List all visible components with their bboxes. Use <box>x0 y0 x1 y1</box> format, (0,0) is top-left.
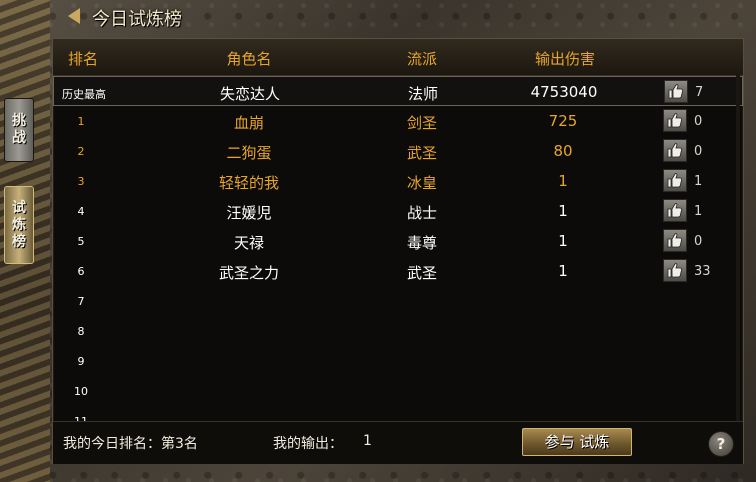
header-rank: 排名 <box>67 50 99 68</box>
my-output-label: 我的输出： <box>273 436 343 452</box>
header-name: 角色名 <box>226 50 272 68</box>
name-cell: 汪媛児 <box>226 204 272 222</box>
table-header: 排名 角色名 流派 输出伤害 <box>53 39 743 76</box>
damage-cell: 4753040 <box>530 83 598 101</box>
table-row: 3 轻轻的我 冰皇 1 1 <box>53 166 743 196</box>
name-cell: 轻轻的我 <box>218 174 280 192</box>
rank-cell: 3 <box>77 175 85 188</box>
ranking-panel: 排名 角色名 流派 输出伤害 历史最高 失恋达人 法师 4753040 7 1 血崩 剑圣 72… <box>52 38 744 464</box>
class-cell: 冰皇 <box>406 174 438 192</box>
like-count: 0 <box>694 234 703 249</box>
class-cell: 武圣 <box>406 144 438 162</box>
like-count: 33 <box>694 264 711 279</box>
class-cell: 法师 <box>407 85 439 103</box>
header-damage: 输出伤害 <box>534 50 596 68</box>
table-row: 1 血崩 剑圣 725 0 <box>53 106 743 136</box>
like-button[interactable] <box>664 80 688 103</box>
rank-cell: 历史最高 <box>62 88 106 101</box>
title-bar: 今日试炼榜 <box>60 0 756 34</box>
table-row: 10 <box>53 376 743 406</box>
class-cell: 战士 <box>406 204 438 222</box>
join-trial-button[interactable]: 参与 试炼 <box>522 428 632 456</box>
damage-cell: 80 <box>553 142 573 160</box>
like-button[interactable] <box>663 109 687 132</box>
rank-cell: 4 <box>77 205 85 218</box>
like-count: 0 <box>694 144 703 159</box>
name-cell: 失恋达人 <box>219 85 281 103</box>
table-row: 4 汪媛児 战士 1 1 <box>53 196 743 226</box>
name-cell: 天禄 <box>233 234 265 252</box>
like-button[interactable] <box>663 199 687 222</box>
table-row: 11 <box>53 406 743 421</box>
rank-cell: 9 <box>77 355 85 368</box>
table-row: 6 武圣之力 武圣 1 33 <box>53 256 743 286</box>
my-output-value: 1 <box>363 433 372 449</box>
page-title: 今日试炼榜 <box>92 9 182 30</box>
rank-cell: 5 <box>77 235 85 248</box>
tab-challenge[interactable]: 挑 战 <box>4 98 34 162</box>
class-cell: 毒尊 <box>406 234 438 252</box>
rank-cell: 8 <box>77 325 85 338</box>
table-row: 2 二狗蛋 武圣 80 0 <box>53 136 743 166</box>
tab-trial-char: 试 <box>12 199 26 216</box>
rank-cell: 6 <box>77 265 85 278</box>
damage-cell: 1 <box>558 202 568 220</box>
tab-trial-ranking[interactable]: 试 炼 榜 <box>4 186 34 264</box>
damage-cell: 1 <box>558 172 568 190</box>
table-row: 8 <box>53 316 743 346</box>
like-button[interactable] <box>663 259 687 282</box>
rank-cell: 7 <box>77 295 85 308</box>
tab-trial-char: 炼 <box>12 216 26 233</box>
damage-cell: 1 <box>558 232 568 250</box>
tab-challenge-char: 战 <box>12 130 26 146</box>
class-cell: 剑圣 <box>406 114 438 132</box>
name-cell: 武圣之力 <box>218 264 280 282</box>
rank-cell: 10 <box>74 385 88 398</box>
help-icon[interactable]: ? <box>708 431 734 457</box>
rank-cell: 2 <box>77 145 85 158</box>
name-cell: 二狗蛋 <box>226 144 272 162</box>
back-arrow-icon[interactable] <box>68 8 80 24</box>
like-count: 1 <box>694 174 703 189</box>
damage-cell: 725 <box>548 112 578 130</box>
table-row: 7 <box>53 286 743 316</box>
like-count: 0 <box>694 114 703 129</box>
table-row: 5 天禄 毒尊 1 0 <box>53 226 743 256</box>
rank-cell: 1 <box>77 115 85 128</box>
my-rank-text: 我的今日排名：第3名 <box>63 436 198 452</box>
like-button[interactable] <box>663 229 687 252</box>
ranking-list[interactable]: 历史最高 失恋达人 法师 4753040 7 1 血崩 剑圣 725 0 2 二狗蛋 武圣 80 0 3 轻轻的… <box>53 75 743 421</box>
like-count: 7 <box>695 85 704 100</box>
like-count: 1 <box>694 204 703 219</box>
name-cell: 血崩 <box>233 114 265 132</box>
header-class: 流派 <box>406 50 438 68</box>
class-cell: 武圣 <box>406 264 438 282</box>
history-best-row: 历史最高 失恋达人 法师 4753040 7 <box>53 76 743 106</box>
footer-bar: 我的今日排名：第3名 我的输出： 1 参与 试炼 ? <box>53 421 743 464</box>
damage-cell: 1 <box>558 262 568 280</box>
scrollbar[interactable] <box>736 75 740 421</box>
like-button[interactable] <box>663 169 687 192</box>
like-button[interactable] <box>663 139 687 162</box>
tab-challenge-char: 挑 <box>12 113 26 129</box>
tab-trial-char: 榜 <box>12 233 26 250</box>
table-row: 9 <box>53 346 743 376</box>
